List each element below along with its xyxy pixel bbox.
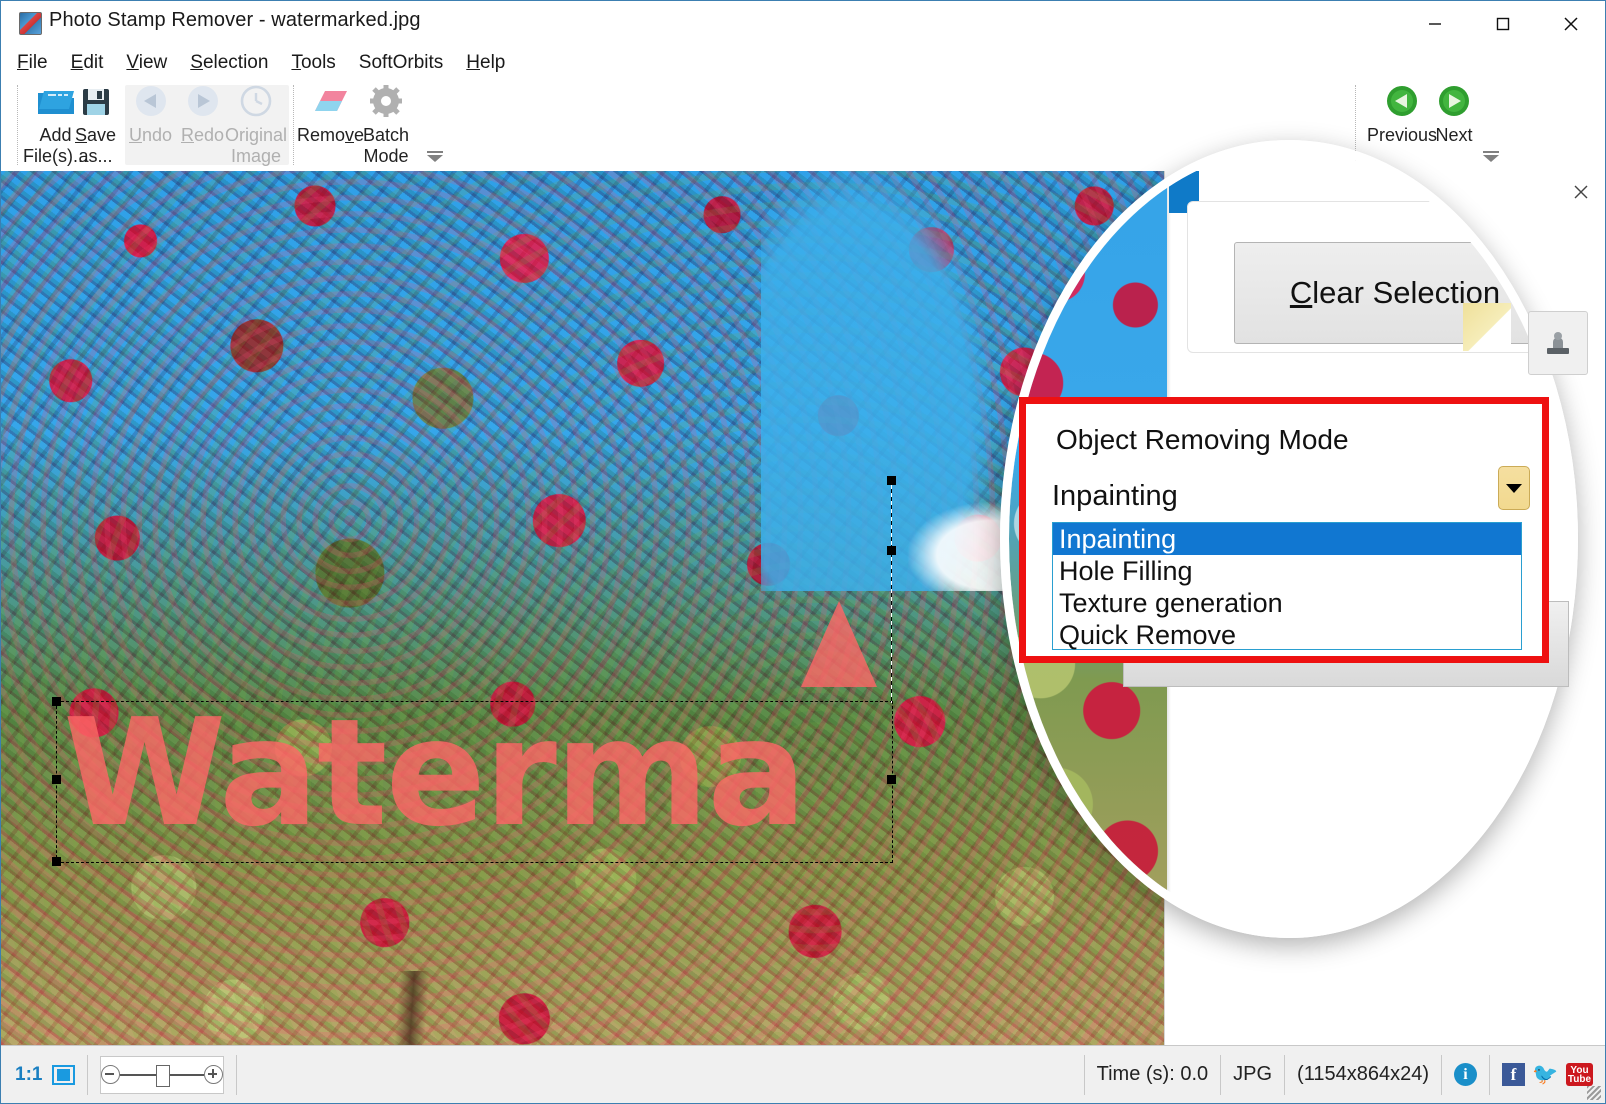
selection-handle-tl[interactable] [52,697,61,706]
selection-handle-tr[interactable] [887,546,896,555]
zoom-in-icon[interactable] [204,1065,224,1084]
selection-marquee-main[interactable] [56,701,893,863]
menu-edit[interactable]: Edit [71,52,104,74]
object-removing-mode-highlight: Object Removing Mode Inpainting Inpainti… [1019,397,1549,663]
clock-history-icon [225,79,287,123]
maximize-button[interactable] [1469,1,1537,46]
youtube-icon[interactable]: You Tube [1566,1063,1593,1086]
menu-help[interactable]: Help [466,52,505,74]
gear-icon [363,79,409,123]
menu-selection[interactable]: Selection [190,52,268,74]
selection-handle-ml[interactable] [52,775,61,784]
original-image-label: Original Image [225,125,288,166]
app-icon [19,12,42,35]
minimize-button[interactable] [1401,1,1469,46]
ribbon-expand-arrow-icon[interactable] [427,155,443,162]
object-removing-mode-dropdown-button[interactable] [1498,466,1530,510]
zoom-track[interactable] [120,1064,205,1087]
info-cell[interactable]: i [1442,1054,1490,1095]
title-bar: Photo Stamp Remover - watermarked.jpg [1,1,1605,46]
green-right-arrow-icon [1433,79,1475,123]
dimensions-cell: (1154x864x24) [1285,1054,1442,1095]
resize-grip[interactable] [1587,1086,1601,1100]
stamp-icon [1547,332,1569,354]
twitter-icon[interactable]: 🐦 [1532,1063,1558,1086]
next-button[interactable]: Next [1433,79,1475,146]
ribbon-expand-arrow-right-icon[interactable] [1483,155,1499,162]
menu-tools[interactable]: Tools [291,52,335,74]
undo-arrow-icon [129,79,172,123]
facebook-icon[interactable]: f [1502,1063,1525,1086]
batch-mode-label: Batch Mode [363,125,410,166]
selection-marquee-edge [891,481,892,703]
photo-stamp-remover-window: Photo Stamp Remover - watermarked.jpg FF… [0,0,1606,1104]
dimensions-label: (1154x864x24) [1297,1063,1429,1085]
menu-softorbits[interactable]: SoftOrbits [359,52,443,74]
save-as-button[interactable]: Save as... [75,79,116,167]
window-controls [1401,1,1605,46]
zoom-slider-cell[interactable] [88,1054,238,1095]
option-inpainting[interactable]: Inpainting [1053,523,1521,555]
object-removing-mode-value: Inpainting [1052,480,1178,512]
zoom-ratio-label: 1:1 [15,1063,43,1085]
zoom-thumb[interactable] [156,1064,171,1087]
object-removing-mode-title: Object Removing Mode [1056,424,1349,455]
redo-button[interactable]: Redo [181,79,224,146]
selection-handle-top[interactable] [887,476,896,485]
save-floppy-icon [75,79,116,123]
zoom-out-icon[interactable] [101,1065,121,1084]
previous-button[interactable]: Previous [1367,79,1437,146]
format-label: JPG [1233,1063,1273,1085]
undo-button[interactable]: Undo [129,79,172,146]
option-quick-remove[interactable]: Quick Remove [1053,619,1521,651]
save-as-label: Save as... [75,125,117,166]
fit-to-window-icon[interactable] [52,1064,76,1085]
menu-view[interactable]: View [126,52,167,74]
menu-file[interactable]: FFileile [17,52,48,74]
watermark-triangle [801,601,877,687]
note-corner-decor [1463,303,1511,351]
format-cell: JPG [1221,1054,1286,1095]
image-canvas[interactable]: Waterma [1,171,1164,1045]
next-label: Next [1435,125,1473,145]
info-icon[interactable]: i [1454,1063,1477,1086]
close-button[interactable] [1537,1,1605,46]
panel-close-icon[interactable] [1570,181,1592,203]
zoom-slider[interactable] [100,1055,225,1094]
green-left-arrow-icon [1367,79,1437,123]
stamp-tool-button[interactable] [1528,311,1588,375]
batch-mode-button[interactable]: Batch Mode [363,79,409,167]
eraser-icon [297,79,364,123]
option-texture-generation[interactable]: Texture generation [1053,587,1521,619]
remove-label: Remove [297,125,365,145]
undo-label: Undo [129,125,173,145]
status-bar: 1:1 Time (s): 0.0 JPG (1154x864x24) i f … [1,1045,1605,1103]
window-title: Photo Stamp Remover - watermarked.jpg [49,9,421,31]
selection-handle-mr[interactable] [887,775,896,784]
redo-arrow-icon [181,79,224,123]
tree-trunk [394,971,430,1045]
option-hole-filling[interactable]: Hole Filling [1053,555,1521,587]
toolbar: Add File(s)... Save as... Undo Redo Orig… [1,79,1605,171]
chevron-down-icon [1506,484,1522,493]
previous-label: Previous [1367,125,1438,145]
zoom-ratio-cell[interactable]: 1:1 [1,1054,89,1095]
time-label: Time (s): 0.0 [1096,1063,1209,1085]
original-image-button[interactable]: Original Image [225,79,287,167]
redo-label: Redo [181,125,225,145]
selection-handle-bl[interactable] [52,857,61,866]
status-spacer [237,1054,1085,1095]
remove-button[interactable]: Remove [297,79,364,146]
menu-bar: FFileile Edit View Selection Tools SoftO… [1,46,1605,79]
object-removing-mode-listbox[interactable]: Inpainting Hole Filling Texture generati… [1052,522,1522,650]
time-cell: Time (s): 0.0 [1085,1054,1222,1095]
